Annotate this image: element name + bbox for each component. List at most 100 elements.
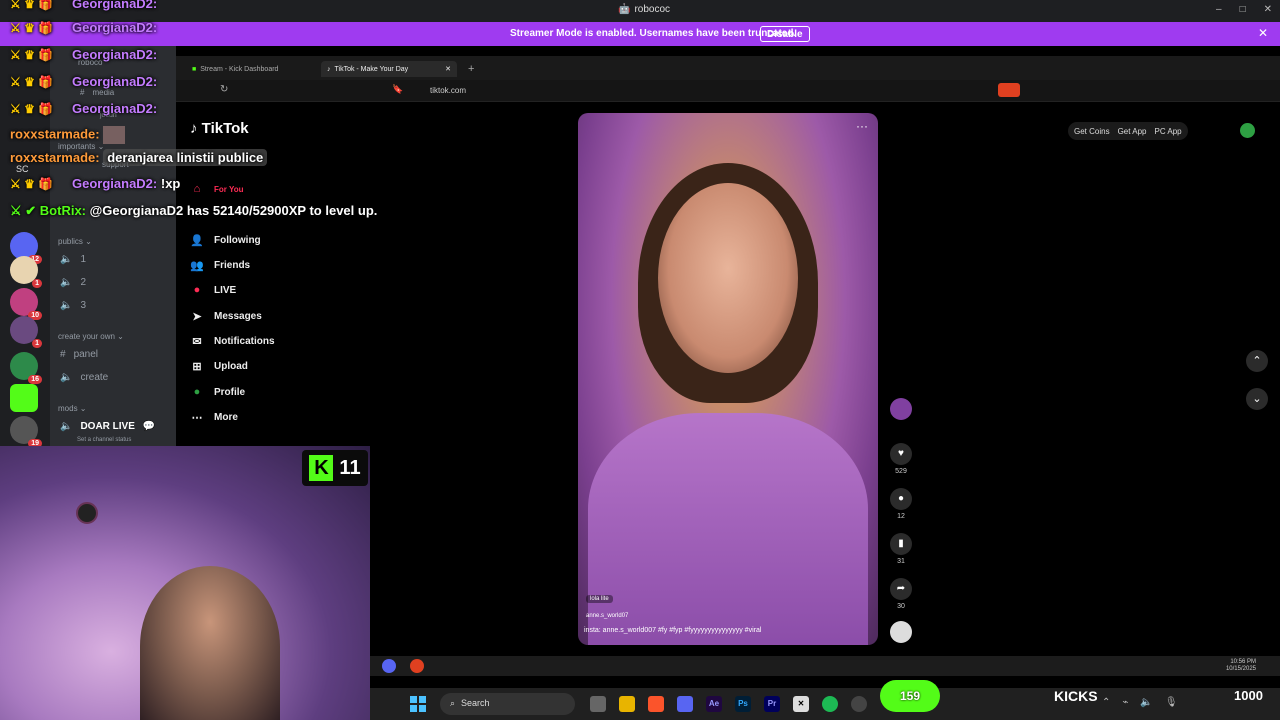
close-button[interactable]: ✕ [1264,4,1272,15]
users-icon: 👥 [190,260,204,272]
channel-panel[interactable]: # panel [60,349,98,360]
nav-more[interactable]: ⋯ More [190,411,238,424]
nav-notifications[interactable]: ✉ Notifications [190,335,275,348]
nav-friends[interactable]: 👥 Friends [190,259,250,272]
video-subject-hoodie [588,413,868,645]
chevron-up-icon[interactable]: ⌃ [1102,697,1110,708]
chat-icon[interactable]: 💬 [143,421,155,432]
tab-kick-dashboard[interactable]: ■ Stream - Kick Dashboard [186,61,284,77]
nav-upload[interactable]: ⊞ Upload [190,360,248,373]
record-icon[interactable] [410,659,424,673]
chat-username: GeorgianaD2: [72,101,158,116]
disc-icon[interactable] [890,621,912,643]
tiktok-logo[interactable]: ♪ TikTok [190,120,249,137]
comment-action[interactable]: ● 12 [890,488,912,520]
photoshop-icon[interactable]: Ps [735,696,751,712]
start-button[interactable] [410,696,426,712]
kick-server-icon[interactable] [10,384,38,412]
music-disc[interactable] [890,621,912,643]
chrome-icon[interactable] [851,696,867,712]
hash-icon: # [80,88,85,97]
avatar[interactable] [890,398,912,420]
video-more-icon[interactable]: ··· [856,119,868,133]
video-handle[interactable]: anne.s_world07 [586,613,628,619]
reload-icon[interactable]: ↻ [220,84,228,95]
minimize-button[interactable]: – [1216,4,1222,15]
volume-icon[interactable]: 🔈 [1140,697,1152,708]
new-tab-button[interactable]: + [462,61,480,77]
voice-channel-1[interactable]: 🔈 1 [60,254,86,265]
discord-taskbar-icon[interactable] [677,696,693,712]
voice-channel-create[interactable]: 🔈 create [60,372,108,383]
after-effects-icon[interactable]: Ae [706,696,722,712]
url-field[interactable]: tiktok.com [430,86,466,95]
inner-taskbar: 10:56 PM 10/15/2025 [370,656,1280,676]
like-action[interactable]: ♥ 529 [890,443,912,475]
nav-profile[interactable]: ● Profile [190,386,245,398]
channel-item[interactable]: # media [80,88,114,97]
save-count: 31 [897,558,905,565]
category-mods[interactable]: mods ⌄ [58,404,87,413]
creator-avatar[interactable] [890,398,912,420]
kick-counter-badge: K 11 [302,450,368,486]
nav-for-you[interactable]: ⌂ For You [190,183,244,195]
bookmark-icon[interactable]: 🔖 [392,84,403,95]
nav-following[interactable]: 👤 Following [190,234,261,247]
window-title-text: robococ [634,4,671,15]
tab-tiktok[interactable]: ♪ TikTok - Make Your Day ✕ [321,61,457,77]
profile-avatar[interactable] [1240,123,1255,138]
brave-shield-icon[interactable] [998,83,1020,97]
tab-label: Stream - Kick Dashboard [200,65,279,73]
video-author[interactable]: lola lite [586,595,613,603]
disable-button[interactable]: Disable [760,26,810,42]
category-create-your-own[interactable]: create your own ⌄ [58,332,124,341]
server-icon[interactable]: 19 [10,416,42,448]
pc-app-link[interactable]: PC App [1155,127,1182,136]
banner-close-icon[interactable]: ✕ [1258,26,1268,40]
kicks-label: KICKS [1054,688,1098,704]
voice-channel-2[interactable]: 🔈 2 [60,277,86,288]
network-icon[interactable]: ⌁ [1122,697,1128,708]
discord-app-icon[interactable] [382,659,396,673]
channel-label: media [92,88,115,97]
task-view-icon[interactable] [590,696,606,712]
server-icon[interactable]: 16 [10,352,42,384]
server-icon[interactable]: 10 [10,288,42,320]
premiere-icon[interactable]: Pr [764,696,780,712]
file-explorer-icon[interactable] [619,696,635,712]
chat-message: ⚔ ✔ BotRix: @GeorgianaD2 has 52140/52900… [10,203,377,219]
save-action[interactable]: ▮ 31 [890,533,912,565]
voice-channel-3[interactable]: 🔈 3 [60,300,86,311]
category-publics[interactable]: publics ⌄ [58,237,92,246]
bookmark-icon[interactable]: ▮ [890,533,912,555]
get-app-link[interactable]: Get App [1118,127,1147,136]
nav-messages[interactable]: ➤ Messages [190,310,261,323]
nav-live[interactable]: ● LIVE [190,284,237,296]
channel-status[interactable]: Set a channel status [77,437,131,443]
tab-close-icon[interactable]: ✕ [445,65,451,73]
user-icon: 👤 [190,235,204,247]
nav-label: Notifications [214,336,275,347]
speaker-icon: 🔈 [60,300,73,311]
browser-tabbar: ■ Stream - Kick Dashboard ♪ TikTok - Make … [176,56,1280,80]
chat-badges-icon: ⚔ ♛ 🎁 [10,102,54,116]
server-icon[interactable]: 1 [10,256,42,288]
tiktok-icon: ♪ [190,120,202,137]
chevron-up-icon[interactable]: ⌃ [1246,350,1268,372]
brave-browser-icon[interactable] [648,696,664,712]
heart-icon[interactable]: ♥ [890,443,912,465]
taskbar-search[interactable]: ⌕ Search [440,693,575,715]
chevron-down-icon[interactable]: ⌄ [1246,388,1268,410]
share-icon[interactable]: ➦ [890,578,912,600]
app-icon[interactable]: ✕ [793,696,809,712]
share-action[interactable]: ➦ 30 [890,578,912,610]
video-player[interactable]: ··· lola lite anne.s_world07 insta: anne… [578,113,878,645]
spotify-icon[interactable] [822,696,838,712]
mic-icon[interactable]: 🎙 [1165,697,1178,708]
home-icon: ⌂ [193,183,201,195]
server-icon[interactable]: 1 [10,316,42,348]
voice-channel-doar-live[interactable]: 🔈 DOAR LIVE 💬 [60,421,155,432]
maximize-button[interactable]: □ [1240,4,1246,15]
get-coins-link[interactable]: Get Coins [1074,127,1110,136]
comment-icon[interactable]: ● [890,488,912,510]
